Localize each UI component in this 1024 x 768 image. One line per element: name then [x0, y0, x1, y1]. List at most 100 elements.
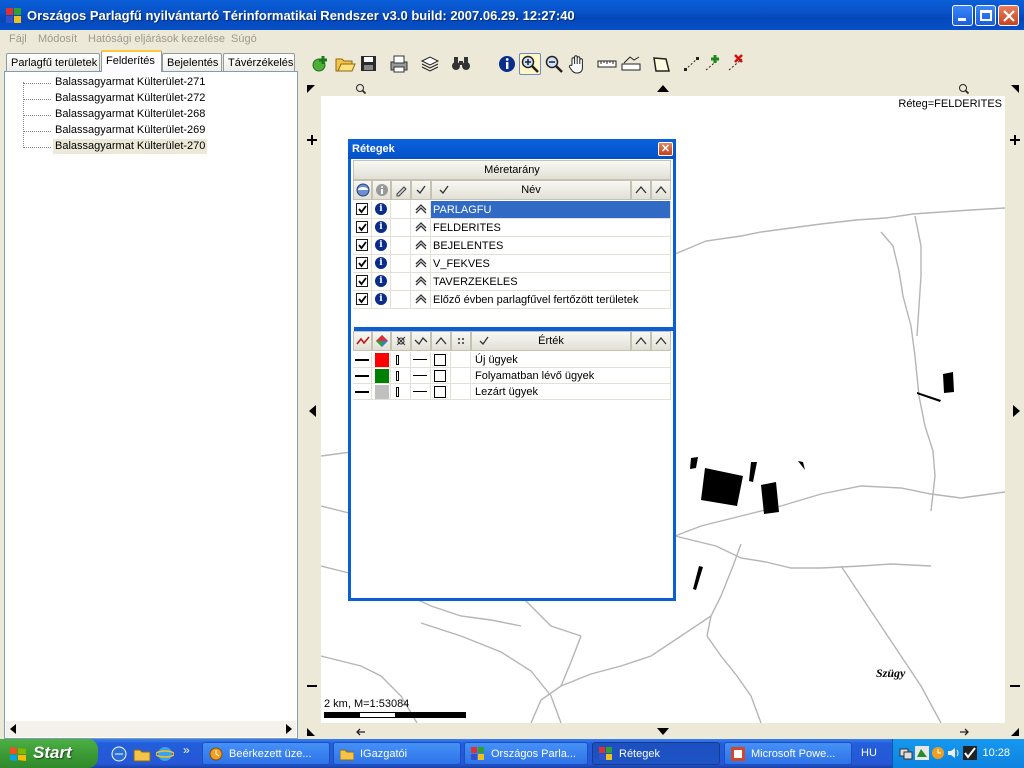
layers-button[interactable]: [419, 53, 441, 75]
layer-visible-checkbox[interactable]: [356, 221, 368, 233]
edit-column-header[interactable]: [391, 180, 411, 200]
name-column-header[interactable]: Név: [431, 180, 631, 200]
fill-color-column-header[interactable]: [372, 331, 391, 351]
redo-view-icon[interactable]: [958, 726, 970, 738]
symbol-column-header[interactable]: [391, 331, 411, 351]
layer-name-cell[interactable]: V_FEKVES: [431, 255, 671, 273]
pan-south-icon[interactable]: [657, 728, 669, 735]
scroll-left-icon[interactable]: [10, 724, 16, 734]
legend-symbol-cell[interactable]: [391, 384, 411, 400]
legend-outline-cell[interactable]: [431, 368, 451, 384]
legend-outline-cell[interactable]: [431, 384, 451, 400]
layer-edit-cell[interactable]: [391, 255, 411, 273]
legend-pattern-cell[interactable]: [451, 384, 471, 400]
pan-north-icon[interactable]: [657, 85, 669, 92]
layer-order-cell[interactable]: [411, 255, 431, 273]
checkmark-tray-icon[interactable]: [963, 746, 977, 760]
legend-move-up-header[interactable]: [631, 331, 651, 351]
zoom-in-button[interactable]: [519, 53, 541, 75]
tree-item-selected[interactable]: Balassagyarmat Külterület-270: [53, 139, 208, 154]
zoom-minus-right-icon[interactable]: [1009, 680, 1021, 692]
minimize-button[interactable]: [952, 5, 973, 26]
layer-edit-cell[interactable]: [391, 273, 411, 291]
tree-horizontal-scrollbar[interactable]: [6, 721, 296, 737]
tree-item[interactable]: Balassagyarmat Külterület-268: [53, 107, 207, 122]
tray-app-icon[interactable]: [915, 746, 929, 760]
pan-east-icon[interactable]: [1013, 405, 1020, 417]
info-icon[interactable]: i: [375, 293, 387, 305]
layer-order-cell[interactable]: [411, 273, 431, 291]
layers-dialog-title-bar[interactable]: Rétegek ✕: [348, 139, 676, 159]
delete-vertex-button[interactable]: [726, 53, 748, 75]
legend-line-cell[interactable]: [353, 352, 372, 368]
legend-color-cell[interactable]: [372, 352, 391, 368]
legend-value-cell[interactable]: Lezárt ügyek: [471, 384, 671, 400]
language-indicator[interactable]: HU: [861, 747, 877, 759]
clock-tray-icon[interactable]: [931, 746, 945, 760]
layer-edit-cell[interactable]: [391, 291, 411, 309]
tab-bejelentes[interactable]: Bejelentés: [162, 53, 222, 72]
pattern-column-header[interactable]: [451, 331, 471, 351]
layer-order-cell[interactable]: [411, 201, 431, 219]
legend-symbol-cell[interactable]: [391, 368, 411, 384]
scale-column-header[interactable]: Méretarány: [353, 160, 671, 180]
zoom-plus-right-icon[interactable]: [1009, 134, 1021, 146]
pan-west-icon[interactable]: [309, 405, 316, 417]
info-icon[interactable]: i: [375, 257, 387, 269]
layer-edit-cell[interactable]: [391, 219, 411, 237]
info-icon[interactable]: i: [375, 239, 387, 251]
info-column-header[interactable]: [372, 180, 391, 200]
layer-name-cell[interactable]: FELDERITES: [431, 219, 671, 237]
layer-order-cell[interactable]: [411, 219, 431, 237]
polygon-select-button[interactable]: [650, 53, 672, 75]
zoom-minus-left-icon[interactable]: [306, 680, 318, 692]
quicklaunch-ie-icon[interactable]: [156, 745, 174, 763]
pan-southeast-icon[interactable]: [1011, 728, 1019, 736]
add-vertex-button[interactable]: [703, 53, 725, 75]
pan-southwest-icon[interactable]: [307, 728, 315, 736]
layer-visible-checkbox[interactable]: [356, 257, 368, 269]
legend-linestyle-cell[interactable]: [411, 352, 431, 368]
quicklaunch-folder-icon[interactable]: [133, 745, 151, 763]
legend-linestyle-cell[interactable]: [411, 384, 431, 400]
open-button[interactable]: [334, 53, 356, 75]
taskbar-item-active[interactable]: Rétegek: [592, 742, 720, 765]
layer-order-cell[interactable]: [411, 237, 431, 255]
tab-felderites[interactable]: Felderítés: [101, 50, 162, 72]
taskbar-item[interactable]: Microsoft Powe...: [724, 742, 852, 765]
info-icon[interactable]: i: [375, 221, 387, 233]
zoom-plus-left-icon[interactable]: [306, 134, 318, 146]
scroll-right-icon[interactable]: [286, 724, 292, 734]
legend-line-cell[interactable]: [353, 384, 372, 400]
menu-file[interactable]: Fájl: [9, 33, 27, 45]
line-style-column-header[interactable]: [353, 331, 372, 351]
line-tool-button[interactable]: [681, 53, 703, 75]
legend-linestyle-cell[interactable]: [411, 368, 431, 384]
move-up-column-header[interactable]: [631, 180, 651, 200]
legend-line-cell[interactable]: [353, 368, 372, 384]
layer-edit-cell[interactable]: [391, 201, 411, 219]
layer-edit-cell[interactable]: [391, 237, 411, 255]
menu-proceedings[interactable]: Hatósági eljárások kezelése: [88, 33, 225, 45]
tree-item[interactable]: Balassagyarmat Külterület-271: [53, 75, 207, 90]
info-tool-button[interactable]: [496, 53, 518, 75]
tree-item[interactable]: Balassagyarmat Külterület-269: [53, 123, 207, 138]
zoom-window-right-icon[interactable]: [958, 83, 970, 95]
layer-visible-checkbox[interactable]: [356, 293, 368, 305]
layer-name-cell[interactable]: Előző évben parlagfűvel fertőzött terüle…: [431, 291, 671, 309]
title-bar[interactable]: Országos Parlagfű nyilvántartó Térinform…: [0, 0, 1024, 30]
volume-icon[interactable]: [947, 746, 961, 760]
layer-order-cell[interactable]: [411, 291, 431, 309]
maximize-button[interactable]: [975, 5, 996, 26]
move-up-column-header-2[interactable]: [651, 180, 671, 200]
legend-value-cell[interactable]: Folyamatban lévő ügyek: [471, 368, 671, 384]
legend-value-cell[interactable]: Új ügyek: [471, 352, 671, 368]
check-column-header[interactable]: [411, 180, 431, 200]
info-icon[interactable]: i: [375, 203, 387, 215]
layer-visible-checkbox[interactable]: [356, 203, 368, 215]
layer-name-cell[interactable]: TAVERZEKELES: [431, 273, 671, 291]
visibility-column-header[interactable]: [353, 180, 372, 200]
quicklaunch-chevron-icon[interactable]: »: [183, 743, 190, 757]
line-column-header[interactable]: [411, 331, 431, 351]
zoom-window-icon[interactable]: [355, 83, 367, 95]
